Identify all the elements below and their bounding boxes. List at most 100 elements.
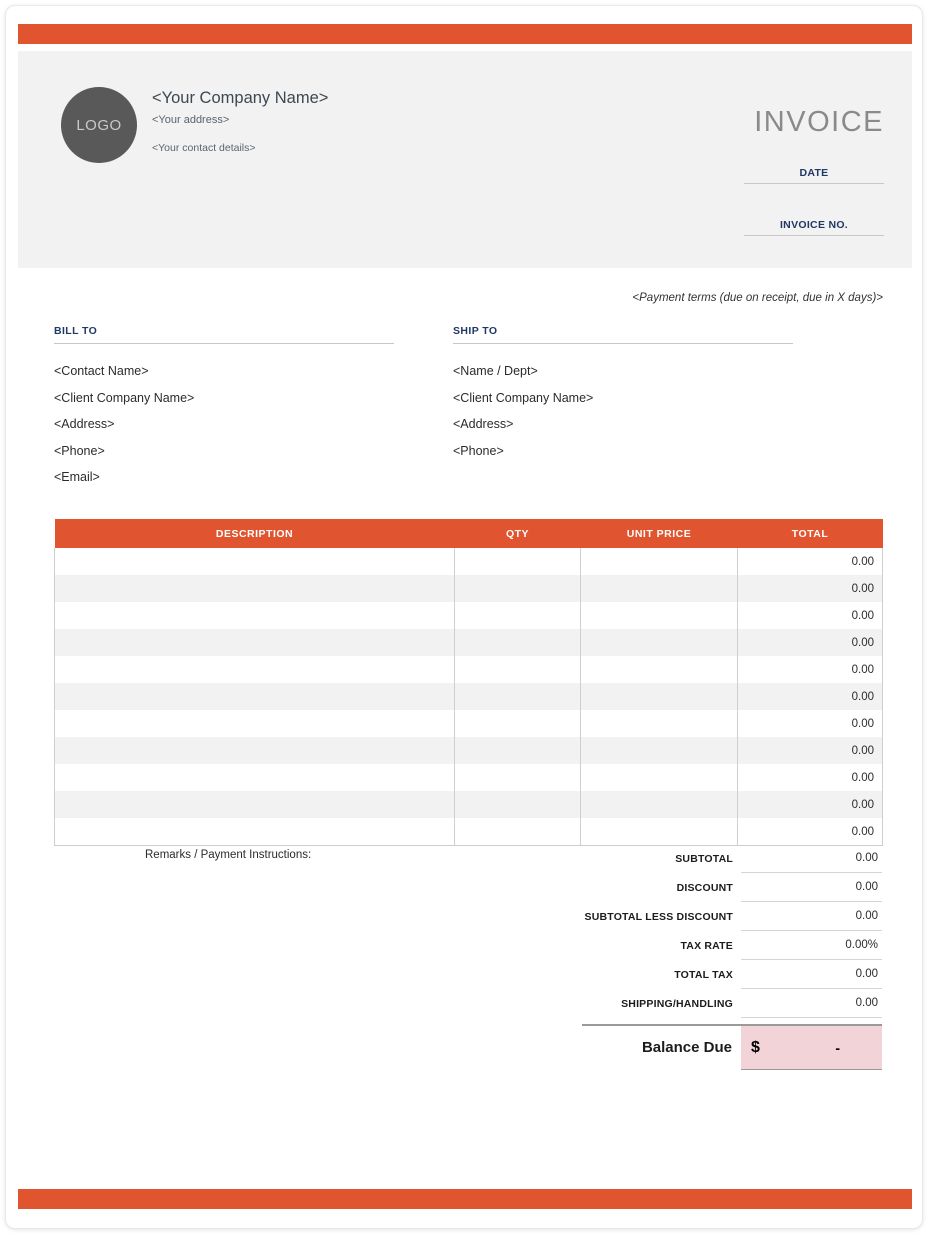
cell-qty[interactable]	[454, 602, 581, 629]
cell-unit-price[interactable]	[580, 818, 738, 846]
cell-total[interactable]: 0.00	[737, 683, 883, 710]
table-row[interactable]: 0.00	[54, 656, 883, 683]
company-contact-details[interactable]: <Your contact details>	[152, 141, 572, 156]
table-row[interactable]: 0.00	[54, 818, 883, 846]
company-logo[interactable]: LOGO	[61, 87, 137, 163]
cell-total[interactable]: 0.00	[737, 575, 883, 602]
total-row-value[interactable]: 0.00	[741, 960, 882, 989]
list-item[interactable]: <Address>	[54, 411, 394, 438]
cell-unit-price[interactable]	[580, 791, 738, 818]
list-item[interactable]: <Client Company Name>	[54, 385, 394, 412]
cell-qty[interactable]	[454, 548, 581, 575]
cell-total[interactable]: 0.00	[737, 791, 883, 818]
invoice-number-label: INVOICE NO.	[779, 219, 849, 231]
cell-description[interactable]	[54, 575, 455, 602]
cell-qty[interactable]	[454, 656, 581, 683]
total-row: SHIPPING/HANDLING 0.00	[582, 989, 882, 1018]
cell-qty[interactable]	[454, 764, 581, 791]
list-item[interactable]: <Email>	[54, 464, 394, 491]
logo-label: LOGO	[76, 116, 122, 134]
list-item[interactable]: <Client Company Name>	[453, 385, 793, 412]
company-address[interactable]: <Your address>	[152, 113, 572, 128]
balance-due-row: Balance Due $ -	[582, 1024, 882, 1070]
cell-description[interactable]	[54, 737, 455, 764]
cell-description[interactable]	[54, 791, 455, 818]
bill-to-lines: <Contact Name> <Client Company Name> <Ad…	[54, 358, 394, 491]
line-items-table: DESCRIPTION QTY UNIT PRICE TOTAL 0.00 0.0…	[54, 519, 883, 846]
remarks-label: Remarks / Payment Instructions:	[145, 849, 312, 861]
table-row[interactable]: 0.00	[54, 737, 883, 764]
table-row[interactable]: 0.00	[54, 683, 883, 710]
cell-description[interactable]	[54, 683, 455, 710]
cell-qty[interactable]	[454, 683, 581, 710]
total-row: TOTAL TAX 0.00	[582, 960, 882, 989]
cell-unit-price[interactable]	[580, 710, 738, 737]
cell-unit-price[interactable]	[580, 548, 738, 575]
total-row-value[interactable]: 0.00	[741, 902, 882, 931]
company-name[interactable]: <Your Company Name>	[152, 88, 572, 108]
table-row[interactable]: 0.00	[54, 710, 883, 737]
cell-qty[interactable]	[454, 629, 581, 656]
date-field[interactable]: DATE	[744, 167, 884, 200]
ship-to-title: SHIP TO	[453, 325, 793, 344]
payment-terms[interactable]: <Payment terms (due on receipt, due in X…	[453, 292, 883, 304]
totals-rows: SUBTOTAL 0.00 DISCOUNT 0.00 SUBTOTAL LESS DI…	[582, 844, 882, 1018]
total-row: TAX RATE 0.00%	[582, 931, 882, 960]
list-item[interactable]: <Address>	[453, 411, 793, 438]
cell-description[interactable]	[54, 602, 455, 629]
ship-to-lines: <Name / Dept> <Client Company Name> <Add…	[453, 358, 793, 464]
cell-description[interactable]	[54, 764, 455, 791]
column-header-total: TOTAL	[737, 519, 883, 548]
table-row[interactable]: 0.00	[54, 629, 883, 656]
cell-unit-price[interactable]	[580, 575, 738, 602]
total-row-label: SHIPPING/HANDLING	[621, 997, 733, 1010]
line-items-body: 0.00 0.00 0.00 0.00 0.00 0.00 0.00 0.00 0.00 0.00…	[54, 548, 883, 846]
invoice-page: LOGO <Your Company Name> <Your address> …	[5, 5, 923, 1229]
cell-description[interactable]	[54, 818, 455, 846]
list-item[interactable]: <Name / Dept>	[453, 358, 793, 385]
cell-total[interactable]: 0.00	[737, 764, 883, 791]
cell-qty[interactable]	[454, 710, 581, 737]
cell-unit-price[interactable]	[580, 764, 738, 791]
cell-qty[interactable]	[454, 818, 581, 846]
total-row-value[interactable]: 0.00%	[741, 931, 882, 960]
cell-total[interactable]: 0.00	[737, 737, 883, 764]
cell-unit-price[interactable]	[580, 683, 738, 710]
total-row-value[interactable]: 0.00	[741, 989, 882, 1018]
table-row[interactable]: 0.00	[54, 602, 883, 629]
invoice-number-value[interactable]	[744, 236, 884, 252]
cell-description[interactable]	[54, 710, 455, 737]
column-header-description: DESCRIPTION	[54, 519, 455, 548]
cell-unit-price[interactable]	[580, 737, 738, 764]
cell-description[interactable]	[54, 548, 455, 575]
total-row: DISCOUNT 0.00	[582, 873, 882, 902]
cell-total[interactable]: 0.00	[737, 629, 883, 656]
table-row[interactable]: 0.00	[54, 575, 883, 602]
top-accent-bar	[18, 24, 912, 44]
cell-description[interactable]	[54, 629, 455, 656]
cell-unit-price[interactable]	[580, 629, 738, 656]
list-item[interactable]: <Contact Name>	[54, 358, 394, 385]
cell-qty[interactable]	[454, 575, 581, 602]
cell-qty[interactable]	[454, 737, 581, 764]
cell-total[interactable]: 0.00	[737, 818, 883, 846]
date-value[interactable]	[744, 184, 884, 200]
cell-unit-price[interactable]	[580, 602, 738, 629]
total-row-value[interactable]: 0.00	[741, 844, 882, 873]
list-item[interactable]: <Phone>	[54, 438, 394, 465]
cell-total[interactable]: 0.00	[737, 710, 883, 737]
table-row[interactable]: 0.00	[54, 764, 883, 791]
list-item[interactable]: <Phone>	[453, 438, 793, 465]
total-row-value[interactable]: 0.00	[741, 873, 882, 902]
cell-total[interactable]: 0.00	[737, 602, 883, 629]
table-row[interactable]: 0.00	[54, 791, 883, 818]
table-row[interactable]: 0.00	[54, 548, 883, 575]
balance-due-amount[interactable]: $ -	[741, 1026, 882, 1070]
cell-total[interactable]: 0.00	[737, 548, 883, 575]
balance-due-value: -	[835, 1039, 840, 1056]
cell-description[interactable]	[54, 656, 455, 683]
cell-unit-price[interactable]	[580, 656, 738, 683]
cell-qty[interactable]	[454, 791, 581, 818]
invoice-number-field[interactable]: INVOICE NO.	[744, 219, 884, 252]
cell-total[interactable]: 0.00	[737, 656, 883, 683]
